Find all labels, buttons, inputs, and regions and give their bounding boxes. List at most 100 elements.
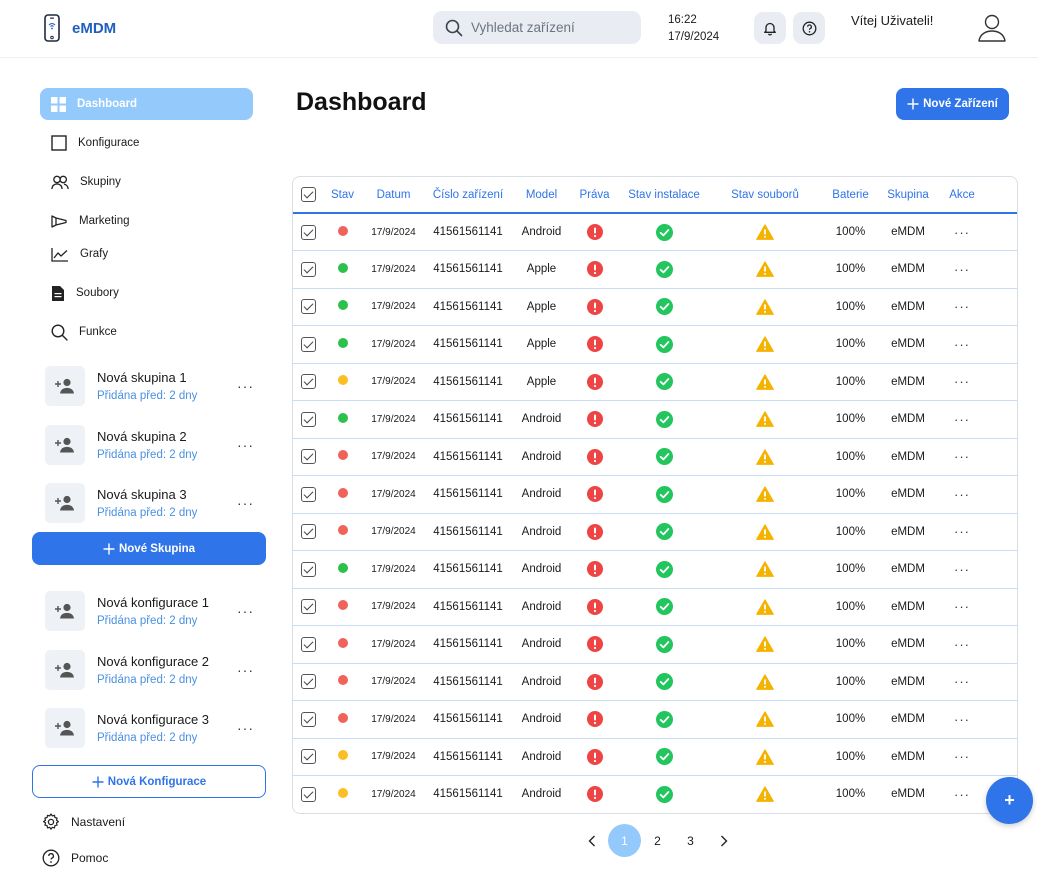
- col-header[interactable]: Práva: [572, 177, 617, 214]
- sidebar-item-dashboard[interactable]: Dashboard: [40, 88, 253, 120]
- row-checkbox[interactable]: [293, 663, 323, 701]
- sidebar-item-konfigurace[interactable]: Konfigurace: [40, 127, 253, 159]
- config-card-1[interactable]: Nová konfigurace 1 Přidána před: 2 dny ·…: [45, 589, 260, 633]
- table-row[interactable]: 17/9/2024 41561561141 Apple 100% eMDM ···: [293, 288, 1017, 326]
- page-2-button[interactable]: 2: [641, 824, 674, 857]
- table-row[interactable]: 17/9/2024 41561561141 Android 100% eMDM ···: [293, 213, 1017, 251]
- more-options-icon[interactable]: ···: [237, 378, 254, 394]
- page-3-button[interactable]: 3: [674, 824, 707, 857]
- row-checkbox[interactable]: [293, 475, 323, 514]
- row-checkbox[interactable]: [293, 213, 323, 251]
- prev-page-button[interactable]: [575, 824, 608, 857]
- col-header[interactable]: Stav: [323, 177, 362, 214]
- row-checkbox[interactable]: [293, 775, 323, 813]
- table-row[interactable]: 17/9/2024 41561561141 Android 100% eMDM ···: [293, 438, 1017, 476]
- row-checkbox[interactable]: [293, 325, 323, 364]
- help-button[interactable]: [793, 12, 825, 44]
- row-checkbox[interactable]: [293, 363, 323, 401]
- row-actions-button[interactable]: ···: [934, 438, 990, 476]
- search-input[interactable]: [471, 20, 621, 35]
- row-checkbox[interactable]: [293, 438, 323, 476]
- row-actions-button[interactable]: ···: [934, 550, 990, 589]
- notifications-button[interactable]: [754, 12, 786, 44]
- sidebar-item-marketing[interactable]: Marketing: [40, 205, 253, 237]
- sidebar-item-soubory[interactable]: Soubory: [40, 277, 253, 309]
- row-actions-button[interactable]: ···: [934, 625, 990, 664]
- table-row[interactable]: 17/9/2024 41561561141 Android 100% eMDM ···: [293, 738, 1017, 776]
- device-number-cell: 41561561141: [425, 213, 511, 251]
- config-card-3[interactable]: Nová konfigurace 3 Přidána před: 2 dny ·…: [45, 706, 260, 750]
- col-header[interactable]: Stav souborů: [711, 177, 819, 214]
- col-header[interactable]: Stav instalace: [617, 177, 711, 214]
- row-actions-button[interactable]: ···: [934, 250, 990, 289]
- more-options-icon[interactable]: ···: [237, 437, 254, 453]
- row-checkbox[interactable]: [293, 250, 323, 289]
- row-checkbox[interactable]: [293, 738, 323, 776]
- row-actions-button[interactable]: ···: [934, 400, 990, 439]
- row-actions-button[interactable]: ···: [934, 775, 990, 813]
- row-actions-button[interactable]: ···: [934, 738, 990, 776]
- col-header[interactable]: Datum: [362, 177, 425, 214]
- group-card-1[interactable]: Nová skupina 1 Přidána před: 2 dny ···: [45, 364, 260, 408]
- row-checkbox[interactable]: [293, 288, 323, 326]
- sidebar-item-skupiny[interactable]: Skupiny: [40, 166, 253, 198]
- sidebar-item-funkce[interactable]: Funkce: [40, 316, 253, 348]
- help-link[interactable]: Pomoc: [42, 849, 108, 867]
- col-header[interactable]: Baterie: [819, 177, 882, 214]
- config-card-2[interactable]: Nová konfigurace 2 Přidána před: 2 dny ·…: [45, 648, 260, 692]
- table-row[interactable]: 17/9/2024 41561561141 Android 100% eMDM ···: [293, 663, 1017, 701]
- more-options-icon[interactable]: ···: [237, 720, 254, 736]
- more-options-icon[interactable]: ···: [237, 662, 254, 678]
- page-1-button[interactable]: 1: [608, 824, 641, 857]
- new-group-button[interactable]: Nové Skupina: [32, 532, 266, 565]
- new-config-button[interactable]: Nová Konfigurace: [32, 765, 266, 798]
- settings-link[interactable]: Nastavení: [42, 813, 125, 831]
- row-checkbox[interactable]: [293, 625, 323, 664]
- row-checkbox[interactable]: [293, 400, 323, 439]
- col-header[interactable]: Akce: [934, 177, 990, 214]
- user-avatar-icon[interactable]: [976, 12, 1008, 44]
- more-options-icon[interactable]: ···: [237, 603, 254, 619]
- row-actions-button[interactable]: ···: [934, 325, 990, 364]
- search-box[interactable]: [433, 11, 641, 44]
- table-row[interactable]: 17/9/2024 41561561141 Apple 100% eMDM ···: [293, 363, 1017, 401]
- status-dot: [337, 787, 348, 798]
- col-header[interactable]: Číslo zařízení: [425, 177, 511, 214]
- row-actions-button[interactable]: ···: [934, 700, 990, 739]
- table-row[interactable]: 17/9/2024 41561561141 Android 100% eMDM ···: [293, 550, 1017, 589]
- more-options-icon[interactable]: ···: [237, 495, 254, 511]
- row-checkbox[interactable]: [293, 513, 323, 551]
- add-fab-button[interactable]: +: [986, 777, 1033, 824]
- table-row[interactable]: 17/9/2024 41561561141 Android 100% eMDM ···: [293, 700, 1017, 739]
- brand-logo[interactable]: eMDM: [42, 14, 116, 42]
- next-page-button[interactable]: [707, 824, 740, 857]
- row-checkbox[interactable]: [293, 588, 323, 626]
- table-row[interactable]: 17/9/2024 41561561141 Android 100% eMDM ···: [293, 400, 1017, 439]
- row-checkbox[interactable]: [293, 700, 323, 739]
- row-actions-button[interactable]: ···: [934, 213, 990, 251]
- row-checkbox[interactable]: [293, 550, 323, 589]
- col-header[interactable]: Skupina: [882, 177, 934, 214]
- col-header[interactable]: Model: [511, 177, 572, 214]
- table-row[interactable]: 17/9/2024 41561561141 Android 100% eMDM ···: [293, 625, 1017, 664]
- row-actions-button[interactable]: ···: [934, 475, 990, 514]
- sidebar-item-grafy[interactable]: Grafy: [40, 238, 253, 270]
- table-row[interactable]: 17/9/2024 41561561141 Android 100% eMDM ···: [293, 588, 1017, 626]
- table-row[interactable]: 17/9/2024 41561561141 Android 100% eMDM ···: [293, 513, 1017, 551]
- row-actions-button[interactable]: ···: [934, 288, 990, 326]
- files-status-cell: [711, 775, 819, 813]
- group-card-3[interactable]: Nová skupina 3 Přidána před: 2 dny ···: [45, 481, 260, 525]
- table-row[interactable]: 17/9/2024 41561561141 Apple 100% eMDM ···: [293, 325, 1017, 364]
- warning-icon: [756, 524, 774, 540]
- new-device-button[interactable]: Nové Zařízení: [896, 88, 1009, 120]
- status-cell: [323, 325, 362, 364]
- select-all-checkbox[interactable]: [293, 177, 323, 214]
- table-row[interactable]: 17/9/2024 41561561141 Android 100% eMDM ···: [293, 775, 1017, 813]
- table-row[interactable]: 17/9/2024 41561561141 Android 100% eMDM ···: [293, 475, 1017, 514]
- group-card-2[interactable]: Nová skupina 2 Přidána před: 2 dny ···: [45, 423, 260, 467]
- row-actions-button[interactable]: ···: [934, 663, 990, 701]
- row-actions-button[interactable]: ···: [934, 513, 990, 551]
- row-actions-button[interactable]: ···: [934, 588, 990, 626]
- row-actions-button[interactable]: ···: [934, 363, 990, 401]
- table-row[interactable]: 17/9/2024 41561561141 Apple 100% eMDM ···: [293, 250, 1017, 289]
